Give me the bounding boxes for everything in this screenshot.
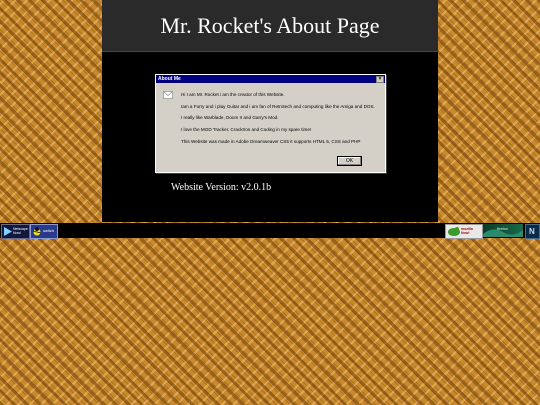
mozilla-now-label: mozilla Now!: [461, 227, 473, 235]
website-version: Website Version: v2.0.1b: [171, 182, 272, 193]
dialog-line: Hi I am Mr. Rocket i am the creator of t…: [181, 92, 285, 97]
switch-badge[interactable]: switch: [30, 224, 58, 239]
dialog-line: I really like Warblade, Doom II and Garr…: [181, 115, 279, 120]
about-dialog: About Me × Hi I am Mr. Rocket i am the c…: [155, 74, 386, 173]
firefox-label: firefox: [497, 226, 508, 231]
dialog-title: About Me: [158, 76, 181, 82]
badge-bar: Netscape Now! switch mozilla Now! firefo…: [0, 223, 540, 239]
firefox-badge[interactable]: firefox: [483, 224, 523, 237]
netscape-arrow-icon: [4, 227, 12, 236]
main-panel: About Me × Hi I am Mr. Rocket i am the c…: [102, 52, 438, 222]
n-label: N: [529, 227, 535, 236]
dialog-title-bar[interactable]: About Me ×: [156, 75, 385, 83]
n-badge[interactable]: N: [525, 224, 540, 239]
ok-button[interactable]: OK: [337, 156, 362, 166]
page-title: Mr. Rocket's About Page: [160, 12, 380, 38]
dialog-line: Iam a Furry and i play Guitar and i am f…: [181, 104, 375, 109]
mozilla-now-badge[interactable]: mozilla Now!: [445, 224, 483, 239]
page-header: Mr. Rocket's About Page: [102, 0, 438, 52]
info-icon: [163, 91, 173, 99]
close-button[interactable]: ×: [376, 76, 384, 83]
mozilla-dino-icon: [448, 227, 460, 236]
switch-label: switch: [43, 228, 55, 233]
dialog-line: This Website was made in Adobe Dreamweav…: [181, 139, 361, 144]
ok-button-label: OK: [345, 158, 354, 164]
netscape-now-badge[interactable]: Netscape Now!: [1, 224, 30, 239]
dialog-line: I love the MOD Tracker, Cracktros and Co…: [181, 127, 312, 132]
bug-icon: [32, 227, 42, 236]
close-icon: ×: [378, 76, 382, 82]
netscape-now-label: Netscape Now!: [13, 227, 28, 235]
